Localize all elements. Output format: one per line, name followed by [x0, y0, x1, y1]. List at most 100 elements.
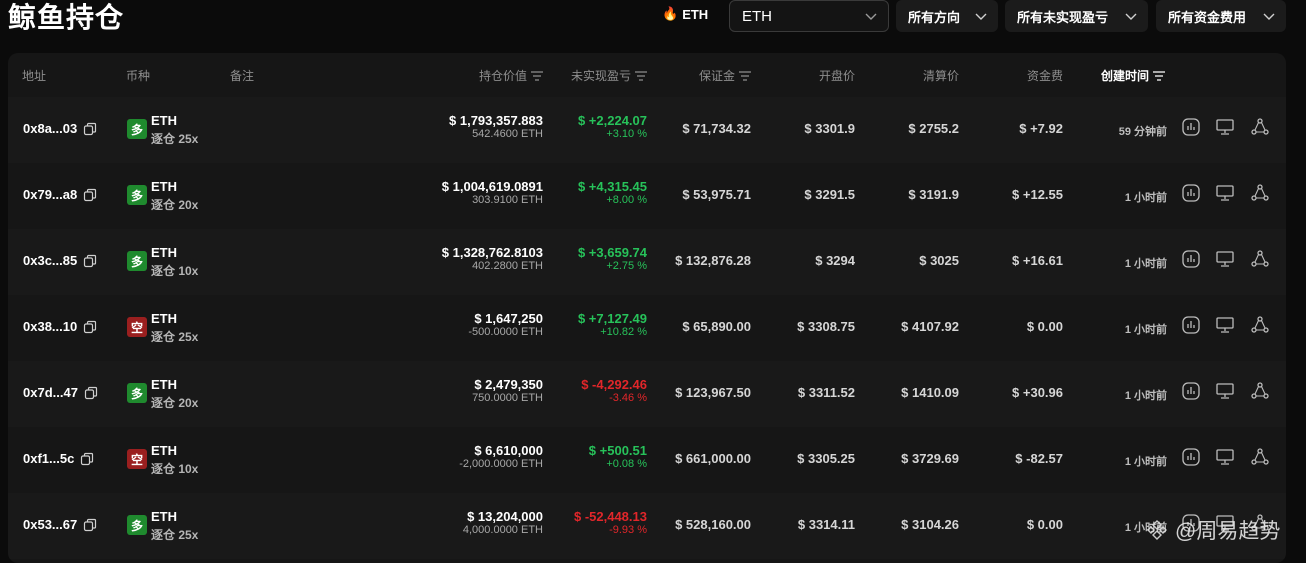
table-row[interactable]: 0x8a...03 多 ETH 逐仓 25x $ 1,793,357.883 542.46… — [8, 97, 1286, 163]
position-value: $ 1,793,357.883 — [449, 113, 543, 128]
table-row[interactable]: 0x53...67 多 ETH 逐仓 25x $ 13,204,000 4,000.000… — [8, 493, 1286, 559]
chart-icon[interactable] — [1181, 381, 1203, 403]
column-time[interactable]: 创建时间 — [1101, 67, 1166, 84]
table-row[interactable]: 0xf1...5c 空 ETH 逐仓 10x $ 6,610,000 -2,000.000… — [8, 427, 1286, 493]
table-body: 0x8a...03 多 ETH 逐仓 25x $ 1,793,357.883 542.46… — [8, 97, 1286, 559]
share-icon[interactable] — [1250, 315, 1272, 337]
position-value: $ 13,204,000 — [467, 509, 543, 524]
column-time-label: 创建时间 — [1101, 69, 1150, 83]
table-row[interactable]: 0x79...a8 多 ETH 逐仓 20x $ 1,004,619.0891 303.9… — [8, 163, 1286, 229]
monitor-icon[interactable] — [1215, 315, 1237, 337]
table-row[interactable]: 0x3c...85 多 ETH 逐仓 10x $ 1,328,762.8103 402.2… — [8, 229, 1286, 295]
position-value-cell: $ 1,004,619.0891 303.9100 ETH — [343, 179, 543, 206]
monitor-icon[interactable] — [1215, 117, 1237, 139]
copy-icon[interactable] — [83, 188, 97, 202]
token-tag[interactable]: 🔥 ETH — [662, 6, 708, 22]
coin-name: ETH — [151, 113, 177, 128]
funding-filter-label: 所有资金费用 — [1168, 9, 1247, 25]
address-cell[interactable]: 0x8a...03 — [23, 121, 97, 136]
column-pnl[interactable]: 未实现盈亏 — [527, 67, 647, 84]
position-size: 303.9100 ETH — [472, 194, 543, 206]
table-row[interactable]: 0x7d...47 多 ETH 逐仓 20x $ 2,479,350 750.0000 E… — [8, 361, 1286, 427]
wallet-address[interactable]: 0x7d...47 — [23, 385, 78, 400]
leverage-label: 逐仓 20x — [151, 198, 199, 212]
wallet-address[interactable]: 0x8a...03 — [23, 121, 77, 136]
share-icon[interactable] — [1250, 249, 1272, 271]
column-value[interactable]: 持仓价值 — [428, 67, 543, 84]
created-time: 1 小时前 — [1124, 456, 1167, 468]
address-cell[interactable]: 0x38...10 — [23, 319, 97, 334]
column-margin[interactable]: 保证金 — [648, 67, 751, 84]
margin-value: $ 53,975.71 — [682, 187, 751, 202]
side-badge: 空 — [127, 449, 147, 469]
pnl-filter[interactable]: 所有未实现盈亏 — [1005, 0, 1148, 32]
liquidation-price: $ 3729.69 — [901, 451, 959, 466]
column-open: 开盘价 — [818, 69, 855, 83]
open-price: $ 3301.9 — [804, 121, 855, 136]
share-icon[interactable] — [1250, 183, 1272, 205]
created-time: 1 小时前 — [1124, 390, 1167, 402]
wallet-address[interactable]: 0x3c...85 — [23, 253, 77, 268]
chart-icon[interactable] — [1181, 183, 1203, 205]
wallet-address[interactable]: 0x53...67 — [23, 517, 77, 532]
coin-select[interactable]: ETH — [729, 0, 889, 32]
monitor-icon[interactable] — [1215, 183, 1237, 205]
address-cell[interactable]: 0x3c...85 — [23, 253, 97, 268]
leverage-label: 逐仓 25x — [151, 528, 199, 542]
column-note: 备注 — [230, 69, 255, 83]
position-size: -2,000.0000 ETH — [459, 458, 543, 470]
copy-icon[interactable] — [80, 452, 94, 466]
monitor-icon[interactable] — [1215, 249, 1237, 271]
position-value-cell: $ 2,479,350 750.0000 ETH — [343, 377, 543, 404]
leverage-label: 逐仓 20x — [151, 396, 199, 410]
address-cell[interactable]: 0xf1...5c — [23, 451, 94, 466]
wallet-address[interactable]: 0x79...a8 — [23, 187, 77, 202]
funding-filter[interactable]: 所有资金费用 — [1156, 0, 1286, 32]
share-icon[interactable] — [1250, 117, 1272, 139]
direction-filter-label: 所有方向 — [908, 9, 961, 25]
coin-name: ETH — [151, 179, 177, 194]
address-cell[interactable]: 0x53...67 — [23, 517, 97, 532]
address-cell[interactable]: 0x79...a8 — [23, 187, 97, 202]
chart-icon[interactable] — [1181, 117, 1203, 139]
liquidation-price: $ 1410.09 — [901, 385, 959, 400]
liquidation-price: $ 3104.26 — [901, 517, 959, 532]
share-icon[interactable] — [1250, 447, 1272, 469]
share-icon[interactable] — [1250, 381, 1272, 403]
table-row[interactable]: 0x38...10 空 ETH 逐仓 25x $ 1,647,250 -500.0000 … — [8, 295, 1286, 361]
wallet-address[interactable]: 0xf1...5c — [23, 451, 74, 466]
liquidation-price: $ 3191.9 — [908, 187, 959, 202]
margin-value: $ 71,734.32 — [682, 121, 751, 136]
copy-icon[interactable] — [84, 386, 98, 400]
margin-value: $ 132,876.28 — [675, 253, 751, 268]
position-size: -500.0000 ETH — [468, 326, 543, 338]
copy-icon[interactable] — [83, 254, 97, 268]
column-liq: 清算价 — [922, 69, 959, 83]
chart-icon[interactable] — [1181, 447, 1203, 469]
column-pnl-label: 未实现盈亏 — [570, 69, 631, 83]
chart-icon[interactable] — [1181, 249, 1203, 271]
open-price: $ 3308.75 — [797, 319, 855, 334]
chart-icon[interactable] — [1181, 315, 1203, 337]
position-size: 4,000.0000 ETH — [462, 524, 543, 536]
side-badge: 空 — [127, 317, 147, 337]
open-price: $ 3305.25 — [797, 451, 855, 466]
monitor-icon[interactable] — [1215, 381, 1237, 403]
address-cell[interactable]: 0x7d...47 — [23, 385, 98, 400]
column-margin-label: 保证金 — [698, 69, 735, 83]
sort-icon — [635, 70, 647, 81]
position-value-cell: $ 1,647,250 -500.0000 ETH — [343, 311, 543, 338]
copy-icon[interactable] — [83, 320, 97, 334]
leverage-label: 逐仓 25x — [151, 132, 199, 146]
created-time: 1 小时前 — [1124, 192, 1167, 204]
copy-icon[interactable] — [83, 122, 97, 136]
monitor-icon[interactable] — [1215, 447, 1237, 469]
position-size: 542.4600 ETH — [472, 128, 543, 140]
leverage-label: 逐仓 25x — [151, 330, 199, 344]
column-funding: 资金费 — [1026, 69, 1063, 83]
copy-icon[interactable] — [83, 518, 97, 532]
leverage-label: 逐仓 10x — [151, 264, 199, 278]
wallet-address[interactable]: 0x38...10 — [23, 319, 77, 334]
direction-filter[interactable]: 所有方向 — [896, 0, 998, 32]
side-badge: 多 — [127, 515, 147, 535]
